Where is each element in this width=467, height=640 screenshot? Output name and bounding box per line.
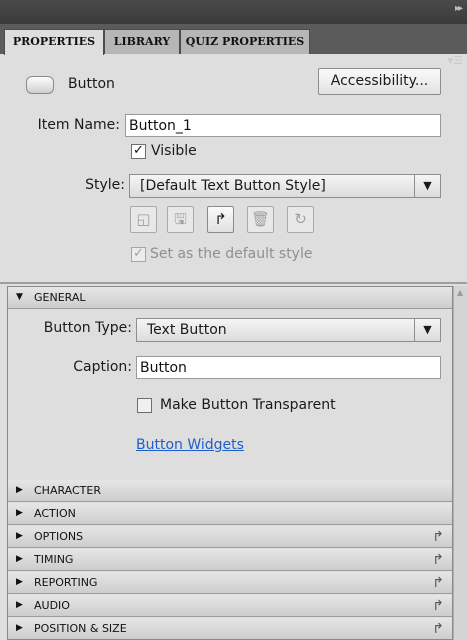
section-title: CHARACTER — [34, 484, 101, 497]
section-action-header[interactable]: ▶ ACTION — [8, 503, 452, 525]
section-position-size-header[interactable]: ▶ POSITION & SIZE ↱ — [8, 618, 452, 639]
reset-arrow-icon[interactable]: ↱ — [432, 573, 444, 594]
section-general-header[interactable]: ▼ GENERAL — [8, 287, 452, 309]
section-timing-header[interactable]: ▶ TIMING ↱ — [8, 549, 452, 571]
button-type-value: Text Button — [147, 322, 227, 338]
save-style-icon[interactable]: 🖫 — [167, 206, 194, 233]
item-name-input[interactable] — [125, 114, 441, 137]
caption-input[interactable] — [136, 356, 441, 379]
section-title: POSITION & SIZE — [34, 622, 127, 635]
reset-style-icon[interactable]: ↱ — [207, 206, 234, 233]
caption-label: Caption: — [73, 359, 132, 375]
transparent-label: Make Button Transparent — [160, 397, 336, 413]
collapsed-triangle-icon: ▶ — [16, 554, 23, 564]
properties-accordion: ▼ GENERAL Button Type: Text Button ▼ Cap… — [7, 286, 453, 640]
scroll-up-icon[interactable]: ▲ — [457, 288, 463, 297]
collapsed-triangle-icon: ▶ — [16, 577, 23, 587]
section-title: AUDIO — [34, 599, 70, 612]
section-general-title: GENERAL — [34, 291, 86, 304]
collapse-panel-icon[interactable]: ▸▸ — [455, 3, 463, 14]
vertical-scrollbar[interactable]: ▲ — [453, 286, 467, 640]
button-type-label: Button Type: — [43, 320, 132, 336]
style-label: Style: — [85, 177, 125, 193]
section-title: REPORTING — [34, 576, 98, 589]
default-style-label: Set as the default style — [150, 246, 313, 262]
tab-bar: PROPERTIES LIBRARY QUIZ PROPERTIES ▾☰ — [0, 24, 467, 67]
default-style-checkbox[interactable]: ✓ — [131, 247, 146, 262]
object-type-label: Button — [68, 76, 115, 92]
tab-quiz-properties[interactable]: QUIZ PROPERTIES — [180, 29, 310, 54]
visible-checkbox[interactable]: ✓ — [131, 144, 146, 159]
button-shape-icon — [26, 76, 54, 94]
style-select[interactable]: [Default Text Button Style] ▼ — [129, 174, 441, 198]
button-widgets-link[interactable]: Button Widgets — [136, 437, 244, 453]
transparent-checkbox[interactable] — [137, 398, 152, 413]
panel-titlebar: ▸▸ — [0, 0, 467, 24]
collapsed-triangle-icon: ▶ — [16, 508, 23, 518]
section-audio-header[interactable]: ▶ AUDIO ↱ — [8, 595, 452, 617]
visible-label: Visible — [151, 143, 197, 159]
reset-arrow-icon[interactable]: ↱ — [432, 527, 444, 548]
refresh-style-icon[interactable]: ↻ — [287, 206, 314, 233]
collapsed-triangle-icon: ▶ — [16, 600, 23, 610]
section-reporting-header[interactable]: ▶ REPORTING ↱ — [8, 572, 452, 594]
section-title: TIMING — [34, 553, 74, 566]
item-name-label: Item Name: — [37, 117, 120, 133]
section-options-header[interactable]: ▶ OPTIONS ↱ — [8, 526, 452, 548]
section-title: OPTIONS — [34, 530, 84, 543]
divider — [0, 282, 467, 284]
button-type-select[interactable]: Text Button ▼ — [136, 318, 441, 342]
tab-library[interactable]: LIBRARY — [104, 29, 180, 54]
accessibility-button[interactable]: Accessibility... — [318, 68, 441, 95]
section-general-body: Button Type: Text Button ▼ Caption: Make… — [8, 309, 452, 480]
section-character-header[interactable]: ▶ CHARACTER — [8, 480, 452, 502]
reset-arrow-icon[interactable]: ↱ — [432, 550, 444, 571]
panel-menu-icon[interactable]: ▾☰ — [448, 54, 463, 67]
collapsed-triangle-icon: ▶ — [16, 623, 23, 633]
reset-arrow-icon[interactable]: ↱ — [432, 596, 444, 617]
reset-arrow-icon[interactable]: ↱ — [432, 619, 444, 639]
collapsed-triangle-icon: ▶ — [16, 531, 23, 541]
section-title: ACTION — [34, 507, 76, 520]
new-style-icon[interactable]: ◱ — [130, 206, 157, 233]
collapsed-triangle-icon: ▶ — [16, 485, 23, 495]
chevron-down-icon[interactable]: ▼ — [414, 175, 440, 197]
expanded-triangle-icon: ▼ — [16, 292, 23, 302]
tab-properties[interactable]: PROPERTIES — [4, 29, 104, 55]
delete-style-icon[interactable]: 🗑 — [247, 206, 274, 233]
chevron-down-icon[interactable]: ▼ — [414, 319, 440, 341]
style-select-value: [Default Text Button Style] — [140, 178, 326, 194]
